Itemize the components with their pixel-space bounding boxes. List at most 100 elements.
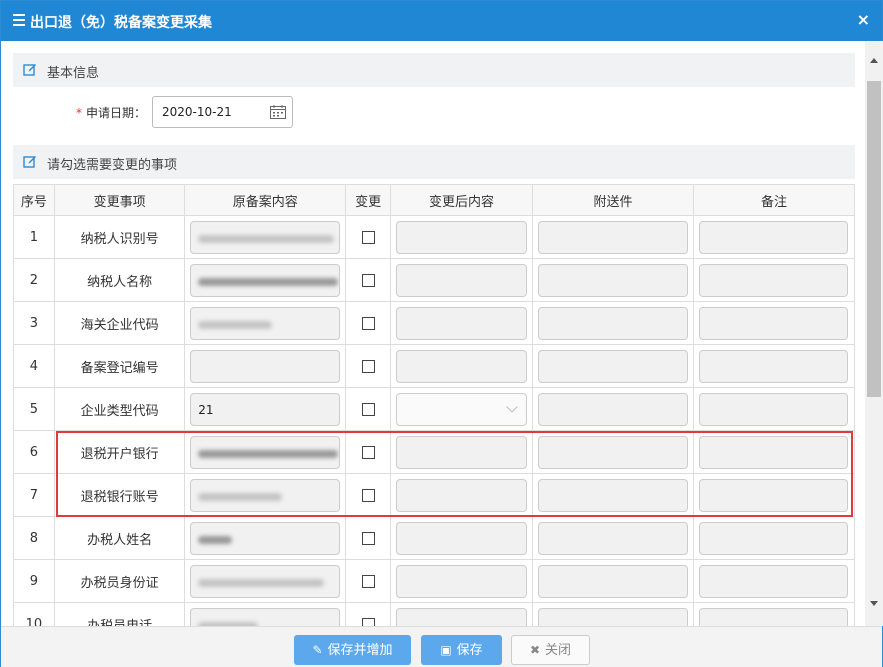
change-items-section: 请勾选需要变更的事项: [13, 145, 855, 179]
attachment-field[interactable]: [538, 392, 688, 426]
attachment-field[interactable]: [538, 607, 688, 626]
x-icon: ✖: [529, 643, 541, 657]
dialog-title: 出口退（免）税备案变更采集: [30, 15, 212, 31]
remark-input[interactable]: [699, 349, 849, 383]
remark-input[interactable]: [699, 263, 849, 297]
original-content-field: [190, 607, 341, 626]
new-content-input[interactable]: [396, 564, 528, 598]
change-checkbox[interactable]: [361, 316, 375, 330]
attachment-field[interactable]: [538, 306, 688, 340]
original-content-field: 21: [190, 392, 341, 426]
col-header: 附送件: [532, 184, 694, 216]
scroll-up-icon[interactable]: [870, 58, 878, 63]
change-item-name: 办税员电话: [53, 602, 186, 626]
remark-input[interactable]: [699, 392, 849, 426]
new-content-input[interactable]: [396, 220, 528, 254]
new-content-input[interactable]: [396, 263, 528, 297]
close-icon[interactable]: ×: [857, 10, 870, 29]
original-content-field: [190, 521, 341, 555]
title-bar: 出口退（免）税备案变更采集 ×: [1, 1, 882, 41]
original-content-value: 21: [198, 402, 214, 417]
remark-input[interactable]: [699, 435, 849, 469]
change-item-name: 企业类型代码: [53, 387, 186, 431]
attachment-field[interactable]: [538, 349, 688, 383]
date-label: * 申请日期：: [76, 104, 146, 121]
row-number: 9: [13, 559, 55, 603]
edit-icon: [23, 64, 36, 76]
change-item-name: 纳税人名称: [53, 258, 186, 302]
chevron-down-icon: [506, 400, 518, 413]
change-checkbox[interactable]: [361, 574, 375, 588]
table-row: 5 企业类型代码 21: [13, 387, 856, 431]
row-number: 5: [13, 387, 55, 431]
save-button[interactable]: ▣ 保存: [421, 635, 502, 665]
change-checkbox[interactable]: [361, 617, 375, 626]
new-content-input[interactable]: [396, 306, 528, 340]
original-content-field: [190, 349, 341, 383]
edit-icon: ✎: [312, 643, 323, 657]
basic-info-section: 基本信息: [13, 53, 855, 87]
row-number: 1: [13, 215, 55, 259]
change-checkbox[interactable]: [361, 359, 375, 373]
table-row: 1 纳税人识别号: [13, 215, 856, 259]
remark-input[interactable]: [699, 478, 849, 512]
apply-date-input[interactable]: 2020-10-21: [152, 96, 293, 128]
change-item-name: 办税人姓名: [53, 516, 186, 560]
scroll-down-icon[interactable]: [870, 601, 878, 606]
table-row: 3 海关企业代码: [13, 301, 856, 345]
vertical-scrollbar[interactable]: [865, 41, 883, 626]
remark-input[interactable]: [699, 220, 849, 254]
section-title: 基本信息: [47, 66, 100, 81]
new-content-input[interactable]: [396, 435, 528, 469]
original-content-field: [190, 478, 341, 512]
original-content-field: [190, 435, 341, 469]
change-item-name: 海关企业代码: [53, 301, 186, 345]
attachment-field[interactable]: [538, 220, 688, 254]
change-checkbox[interactable]: [361, 230, 375, 244]
new-content-input[interactable]: [396, 521, 528, 555]
remark-input[interactable]: [699, 607, 849, 626]
attachment-field[interactable]: [538, 521, 688, 555]
save-and-add-button[interactable]: ✎ 保存并增加: [294, 635, 411, 665]
col-header: 原备案内容: [184, 184, 347, 216]
new-content-select[interactable]: [396, 392, 528, 426]
attachment-field[interactable]: [538, 263, 688, 297]
change-item-name: 退税银行账号: [53, 473, 186, 517]
required-mark: *: [76, 106, 82, 120]
change-checkbox[interactable]: [361, 488, 375, 502]
calendar-icon[interactable]: [270, 105, 286, 119]
remark-input[interactable]: [699, 306, 849, 340]
dialog: 出口退（免）税备案变更采集 × 基本信息 * 申请日期： 2020-10-21: [0, 0, 883, 667]
new-content-input[interactable]: [396, 478, 528, 512]
change-item-name: 备案登记编号: [53, 344, 186, 388]
remark-input[interactable]: [699, 521, 849, 555]
scrollbar-thumb[interactable]: [867, 81, 881, 397]
change-item-name: 纳税人识别号: [53, 215, 186, 259]
attachment-field[interactable]: [538, 435, 688, 469]
edit-icon: [23, 156, 36, 168]
dialog-content: 基本信息 * 申请日期： 2020-10-21 请勾选需要变更的事项 序号 变更…: [1, 41, 865, 626]
col-header: 变更后内容: [390, 184, 534, 216]
section-title: 请勾选需要变更的事项: [47, 158, 178, 173]
change-checkbox[interactable]: [361, 273, 375, 287]
table-row: 2 纳税人名称: [13, 258, 856, 302]
table-row: 6 退税开户银行: [13, 430, 856, 474]
attachment-field[interactable]: [538, 478, 688, 512]
col-header: 备注: [692, 184, 856, 216]
close-button[interactable]: ✖ 关闭: [511, 635, 590, 665]
new-content-input[interactable]: [396, 607, 528, 626]
remark-input[interactable]: [699, 564, 849, 598]
new-content-input[interactable]: [396, 349, 528, 383]
change-checkbox[interactable]: [361, 531, 375, 545]
original-content-field: [190, 263, 341, 297]
col-header: 序号: [13, 184, 55, 216]
change-checkbox[interactable]: [361, 445, 375, 459]
save-icon: ▣: [440, 643, 452, 657]
dialog-footer: ✎ 保存并增加 ▣ 保存 ✖ 关闭: [1, 626, 882, 667]
table-row: 4 备案登记编号: [13, 344, 856, 388]
attachment-field[interactable]: [538, 564, 688, 598]
change-table: 序号 变更事项 原备案内容 变更 变更后内容 附送件 备注 1 纳税人识别号 2…: [13, 184, 856, 626]
table-row: 10 办税员电话: [13, 602, 856, 626]
apply-date-value: 2020-10-21: [162, 105, 232, 119]
change-checkbox[interactable]: [361, 402, 375, 416]
